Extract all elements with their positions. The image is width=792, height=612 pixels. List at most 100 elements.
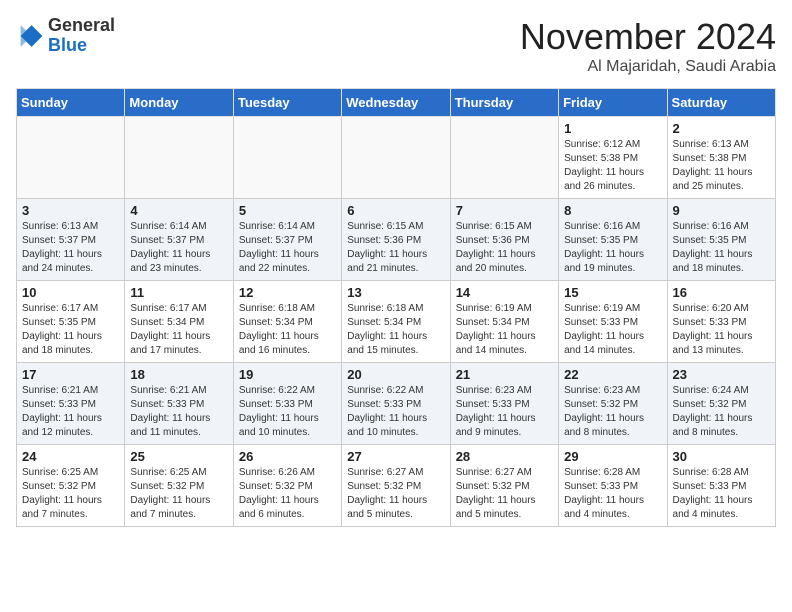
day-number: 1 — [564, 121, 661, 136]
logo: General Blue — [16, 16, 115, 56]
day-info: Sunrise: 6:15 AM Sunset: 5:36 PM Dayligh… — [456, 220, 553, 276]
day-number: 25 — [130, 449, 227, 464]
day-number: 28 — [456, 449, 553, 464]
calendar-week-row: 1Sunrise: 6:12 AM Sunset: 5:38 PM Daylig… — [17, 117, 776, 199]
calendar-day-cell: 27 Sunrise: 6:27 AM Sunset: 5:32 PM Dayli… — [342, 445, 450, 527]
day-number: 16 — [673, 285, 770, 300]
day-number: 14 — [456, 285, 553, 300]
calendar-day-cell: 22 Sunrise: 6:23 AM Sunset: 5:32 PM Dayli… — [559, 363, 667, 445]
calendar-day-cell: 19 Sunrise: 6:22 AM Sunset: 5:33 PM Dayli… — [233, 363, 341, 445]
calendar-day-cell: 6Sunrise: 6:15 AM Sunset: 5:36 PM Daylig… — [342, 199, 450, 281]
day-info: Sunrise: 6:22 AM Sunset: 5:33 PM Dayligh… — [239, 384, 336, 440]
title-area: November 2024 Al Majaridah, Saudi Arabia — [520, 16, 776, 76]
weekday-header: Friday — [559, 89, 667, 117]
day-info: Sunrise: 6:14 AM Sunset: 5:37 PM Dayligh… — [130, 220, 227, 276]
calendar-day-cell: 25 Sunrise: 6:25 AM Sunset: 5:32 PM Dayli… — [125, 445, 233, 527]
day-info: Sunrise: 6:15 AM Sunset: 5:36 PM Dayligh… — [347, 220, 444, 276]
day-number: 26 — [239, 449, 336, 464]
day-info: Sunrise: 6:24 AM Sunset: 5:32 PM Dayligh… — [673, 384, 770, 440]
calendar-table: SundayMondayTuesdayWednesdayThursdayFrid… — [16, 88, 776, 527]
day-info: Sunrise: 6:22 AM Sunset: 5:33 PM Dayligh… — [347, 384, 444, 440]
day-info: Sunrise: 6:27 AM Sunset: 5:32 PM Dayligh… — [456, 466, 553, 522]
day-info: Sunrise: 6:13 AM Sunset: 5:38 PM Dayligh… — [673, 138, 770, 194]
calendar-day-cell: 16 Sunrise: 6:20 AM Sunset: 5:33 PM Dayli… — [667, 281, 775, 363]
calendar-day-cell: 24 Sunrise: 6:25 AM Sunset: 5:32 PM Dayli… — [17, 445, 125, 527]
day-number: 29 — [564, 449, 661, 464]
day-number: 22 — [564, 367, 661, 382]
day-number: 11 — [130, 285, 227, 300]
weekday-header: Monday — [125, 89, 233, 117]
day-number: 10 — [22, 285, 119, 300]
calendar-day-cell: 13Sunrise: 6:18 AM Sunset: 5:34 PM Dayli… — [342, 281, 450, 363]
day-number: 24 — [22, 449, 119, 464]
calendar-week-row: 3 Sunrise: 6:13 AM Sunset: 5:37 PM Daylig… — [17, 199, 776, 281]
weekday-header: Saturday — [667, 89, 775, 117]
day-info: Sunrise: 6:13 AM Sunset: 5:37 PM Dayligh… — [22, 220, 119, 276]
calendar-day-cell: 29 Sunrise: 6:28 AM Sunset: 5:33 PM Dayli… — [559, 445, 667, 527]
day-info: Sunrise: 6:21 AM Sunset: 5:33 PM Dayligh… — [130, 384, 227, 440]
calendar-day-cell: 28 Sunrise: 6:27 AM Sunset: 5:32 PM Dayli… — [450, 445, 558, 527]
calendar-week-row: 17 Sunrise: 6:21 AM Sunset: 5:33 PM Dayli… — [17, 363, 776, 445]
calendar-day-cell: 20 Sunrise: 6:22 AM Sunset: 5:33 PM Dayli… — [342, 363, 450, 445]
day-number: 15 — [564, 285, 661, 300]
day-info: Sunrise: 6:21 AM Sunset: 5:33 PM Dayligh… — [22, 384, 119, 440]
day-info: Sunrise: 6:17 AM Sunset: 5:35 PM Dayligh… — [22, 302, 119, 358]
day-number: 19 — [239, 367, 336, 382]
day-info: Sunrise: 6:23 AM Sunset: 5:32 PM Dayligh… — [564, 384, 661, 440]
day-number: 23 — [673, 367, 770, 382]
calendar-header-row: SundayMondayTuesdayWednesdayThursdayFrid… — [17, 89, 776, 117]
calendar-day-cell — [342, 117, 450, 199]
calendar-day-cell — [125, 117, 233, 199]
calendar-day-cell: 2Sunrise: 6:13 AM Sunset: 5:38 PM Daylig… — [667, 117, 775, 199]
day-info: Sunrise: 6:23 AM Sunset: 5:33 PM Dayligh… — [456, 384, 553, 440]
calendar-week-row: 24 Sunrise: 6:25 AM Sunset: 5:32 PM Dayli… — [17, 445, 776, 527]
calendar-day-cell: 26 Sunrise: 6:26 AM Sunset: 5:32 PM Dayli… — [233, 445, 341, 527]
day-number: 4 — [130, 203, 227, 218]
calendar-day-cell: 23 Sunrise: 6:24 AM Sunset: 5:32 PM Dayli… — [667, 363, 775, 445]
day-number: 12 — [239, 285, 336, 300]
month-title: November 2024 — [520, 16, 776, 58]
calendar-day-cell: 8Sunrise: 6:16 AM Sunset: 5:35 PM Daylig… — [559, 199, 667, 281]
weekday-header: Tuesday — [233, 89, 341, 117]
day-info: Sunrise: 6:26 AM Sunset: 5:32 PM Dayligh… — [239, 466, 336, 522]
day-info: Sunrise: 6:18 AM Sunset: 5:34 PM Dayligh… — [239, 302, 336, 358]
logo-blue: Blue — [48, 35, 87, 55]
logo-icon — [16, 22, 44, 50]
day-number: 30 — [673, 449, 770, 464]
day-number: 7 — [456, 203, 553, 218]
day-number: 21 — [456, 367, 553, 382]
day-number: 5 — [239, 203, 336, 218]
day-info: Sunrise: 6:20 AM Sunset: 5:33 PM Dayligh… — [673, 302, 770, 358]
day-info: Sunrise: 6:19 AM Sunset: 5:34 PM Dayligh… — [456, 302, 553, 358]
day-info: Sunrise: 6:16 AM Sunset: 5:35 PM Dayligh… — [673, 220, 770, 276]
weekday-header: Wednesday — [342, 89, 450, 117]
calendar-day-cell: 5Sunrise: 6:14 AM Sunset: 5:37 PM Daylig… — [233, 199, 341, 281]
page-header: General Blue November 2024 Al Majaridah,… — [16, 16, 776, 76]
calendar-day-cell: 1Sunrise: 6:12 AM Sunset: 5:38 PM Daylig… — [559, 117, 667, 199]
day-number: 8 — [564, 203, 661, 218]
calendar-day-cell: 3 Sunrise: 6:13 AM Sunset: 5:37 PM Daylig… — [17, 199, 125, 281]
calendar-day-cell: 21 Sunrise: 6:23 AM Sunset: 5:33 PM Dayli… — [450, 363, 558, 445]
logo-text: General Blue — [48, 16, 115, 56]
day-number: 3 — [22, 203, 119, 218]
day-number: 17 — [22, 367, 119, 382]
location: Al Majaridah, Saudi Arabia — [520, 58, 776, 76]
day-info: Sunrise: 6:28 AM Sunset: 5:33 PM Dayligh… — [564, 466, 661, 522]
day-info: Sunrise: 6:17 AM Sunset: 5:34 PM Dayligh… — [130, 302, 227, 358]
calendar-week-row: 10 Sunrise: 6:17 AM Sunset: 5:35 PM Dayli… — [17, 281, 776, 363]
calendar-day-cell: 14 Sunrise: 6:19 AM Sunset: 5:34 PM Dayli… — [450, 281, 558, 363]
day-info: Sunrise: 6:25 AM Sunset: 5:32 PM Dayligh… — [22, 466, 119, 522]
day-info: Sunrise: 6:28 AM Sunset: 5:33 PM Dayligh… — [673, 466, 770, 522]
day-number: 18 — [130, 367, 227, 382]
calendar-day-cell: 9Sunrise: 6:16 AM Sunset: 5:35 PM Daylig… — [667, 199, 775, 281]
calendar-day-cell: 10 Sunrise: 6:17 AM Sunset: 5:35 PM Dayli… — [17, 281, 125, 363]
calendar-day-cell — [233, 117, 341, 199]
day-info: Sunrise: 6:27 AM Sunset: 5:32 PM Dayligh… — [347, 466, 444, 522]
calendar-day-cell: 17 Sunrise: 6:21 AM Sunset: 5:33 PM Dayli… — [17, 363, 125, 445]
calendar-day-cell: 4 Sunrise: 6:14 AM Sunset: 5:37 PM Daylig… — [125, 199, 233, 281]
weekday-header: Thursday — [450, 89, 558, 117]
weekday-header: Sunday — [17, 89, 125, 117]
day-number: 27 — [347, 449, 444, 464]
day-info: Sunrise: 6:25 AM Sunset: 5:32 PM Dayligh… — [130, 466, 227, 522]
day-number: 20 — [347, 367, 444, 382]
